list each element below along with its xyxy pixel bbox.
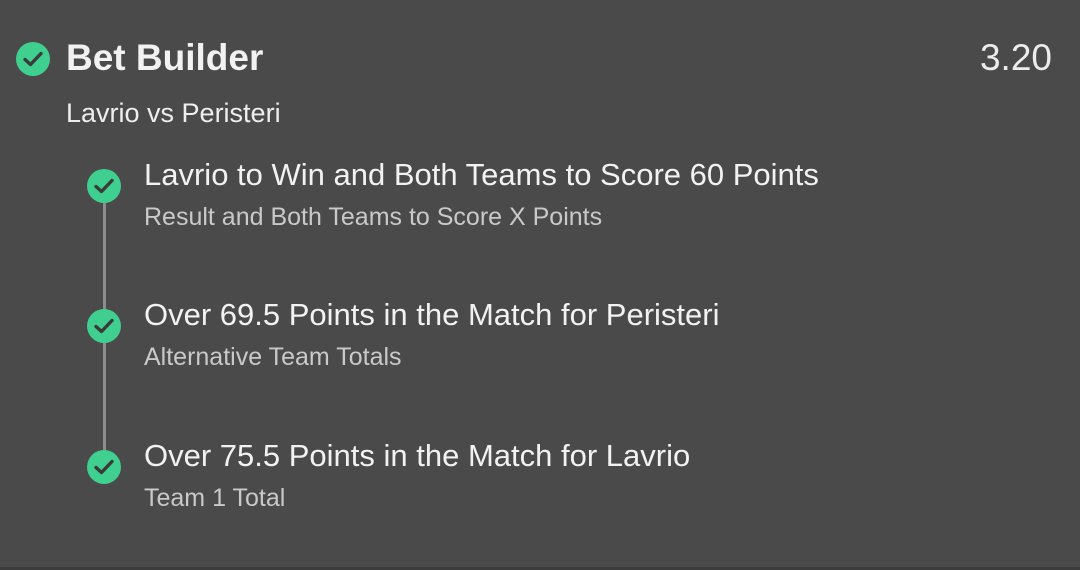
checkmark-icon — [23, 51, 43, 67]
leg-market: Result and Both Teams to Score X Points — [144, 203, 603, 231]
match-name: Lavrio vs Peristeri — [66, 98, 281, 128]
bet-leg: Lavrio to Win and Both Teams to Score 60… — [0, 155, 1080, 255]
checkmark-icon — [94, 318, 114, 334]
bet-title: Bet Builder — [66, 37, 264, 78]
leg-market: Alternative Team Totals — [144, 343, 402, 371]
bet-builder-card: Bet Builder 3.20 Lavrio vs Peristeri Lav… — [0, 0, 1080, 570]
checkmark-icon — [94, 178, 114, 194]
bet-leg: Over 69.5 Points in the Match for Perist… — [0, 295, 1080, 395]
leg-title: Over 69.5 Points in the Match for Perist… — [144, 297, 720, 332]
check-circle-icon — [16, 42, 50, 76]
leg-title: Over 75.5 Points in the Match for Lavrio — [144, 438, 691, 473]
check-circle-icon — [87, 450, 121, 484]
leg-title: Lavrio to Win and Both Teams to Score 60… — [144, 157, 819, 192]
leg-market: Team 1 Total — [144, 484, 286, 512]
check-circle-icon — [87, 169, 121, 203]
checkmark-icon — [94, 459, 114, 475]
bet-odds: 3.20 — [979, 37, 1052, 78]
bet-leg: Over 75.5 Points in the Match for Lavrio… — [0, 436, 1080, 536]
check-circle-icon — [87, 309, 121, 343]
